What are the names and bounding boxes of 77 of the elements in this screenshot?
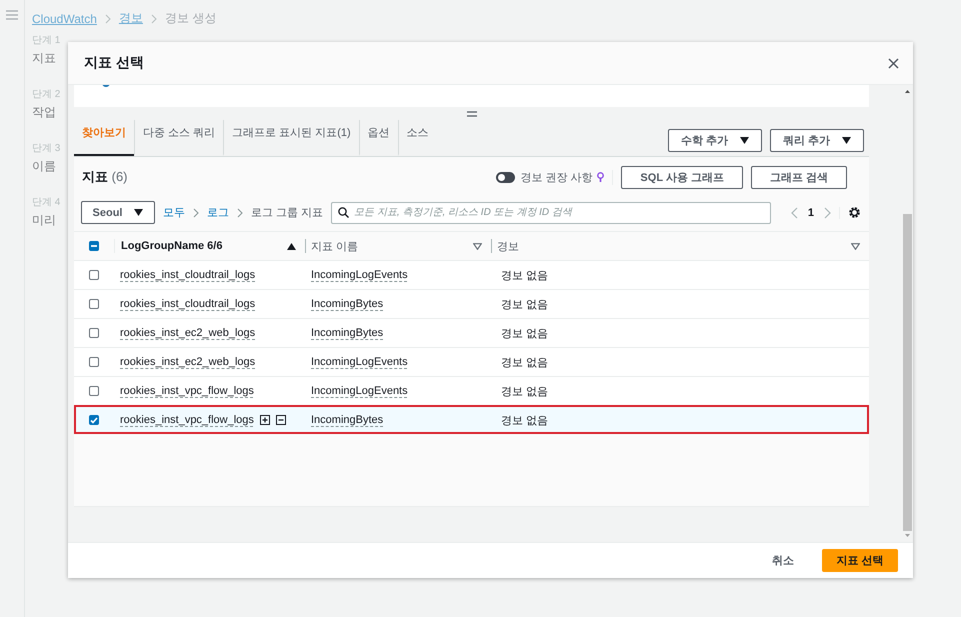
chevron-right-icon	[193, 208, 199, 218]
close-button[interactable]	[888, 58, 899, 68]
add-filter-icon[interactable]	[260, 415, 270, 425]
alarm-status: 경보 없음	[501, 414, 548, 426]
column-header[interactable]: 경보	[497, 238, 519, 254]
caret-down-icon	[842, 137, 852, 144]
panel-title: 지표	[82, 169, 108, 184]
step-number: 단계 4	[32, 196, 60, 209]
metric-name-link[interactable]: IncomingLogEvents	[311, 356, 408, 368]
alarm-status: 경보 없음	[501, 386, 548, 398]
checkbox[interactable]	[89, 299, 99, 309]
column-header[interactable]: 지표 이름	[311, 238, 358, 254]
step-number: 단계 2	[32, 88, 60, 101]
select-metric-button[interactable]: 지표 선택	[822, 549, 898, 572]
resize-handle-icon[interactable]	[466, 110, 476, 116]
column-header[interactable]: LogGroupName 6/6	[121, 240, 222, 252]
dropdown-button[interactable]: 수학 추가	[668, 129, 762, 152]
checkbox[interactable]	[89, 386, 99, 396]
checkbox[interactable]	[89, 328, 99, 338]
search-input[interactable]: 모든 지표, 측정기준, 리소스 ID 또는 계정 ID 검색	[354, 207, 764, 218]
alarm-status: 경보 없음	[501, 328, 548, 340]
tab[interactable]: 소스	[398, 120, 437, 156]
tab[interactable]: 옵션	[358, 120, 398, 156]
step-label[interactable]: 지표	[32, 50, 56, 67]
breadcrumb-link[interactable]: 모두	[163, 205, 185, 220]
tab[interactable]: 다중 소스 쿼리	[134, 120, 224, 156]
metric-name-link[interactable]: IncomingLogEvents	[311, 385, 408, 397]
lightbulb-icon	[597, 172, 604, 182]
checkbox[interactable]	[89, 415, 99, 425]
search-field[interactable]: 모든 지표, 측정기준, 리소스 ID 또는 계정 ID 검색	[331, 202, 771, 224]
dropdown-button[interactable]: 쿼리 추가	[770, 129, 864, 152]
checkbox[interactable]	[89, 241, 99, 251]
caret-down-icon	[740, 137, 749, 144]
page-number[interactable]: 1	[808, 206, 814, 218]
checkbox[interactable]	[89, 270, 99, 280]
breadcrumb-text: 경보 생성	[164, 10, 216, 27]
log-group-link[interactable]: rookies_inst_vpc_flow_logs	[120, 414, 254, 426]
alarm-status: 경보 없음	[501, 270, 548, 282]
breadcrumb-text: 로그 그룹 지표	[251, 206, 324, 220]
log-group-link[interactable]: rookies_inst_ec2_web_logs	[120, 356, 256, 368]
log-group-link[interactable]: rookies_inst_vpc_flow_logs	[120, 385, 254, 397]
metric-name-link[interactable]: IncomingBytes	[311, 327, 384, 339]
chevron-right-icon	[237, 208, 243, 218]
alarm-status: 경보 없음	[501, 298, 548, 310]
log-group-link[interactable]: rookies_inst_ec2_web_logs	[120, 327, 256, 339]
dash-icon	[91, 245, 97, 247]
metric-name-link[interactable]: IncomingBytes	[311, 414, 384, 426]
dialog-title: 지표 선택	[84, 54, 144, 72]
step-label[interactable]: 미리	[32, 212, 56, 229]
chevron-right-icon	[104, 14, 111, 24]
toggle-label: 경보 권장 사항	[520, 170, 592, 184]
step-number: 단계 3	[32, 142, 60, 155]
step-number: 단계 1	[32, 34, 60, 47]
breadcrumb-link[interactable]: 로그	[207, 205, 229, 220]
step-label[interactable]: 이름	[32, 158, 56, 175]
alarm-status: 경보 없음	[501, 356, 548, 368]
action-button[interactable]: 그래프 검색	[750, 166, 848, 188]
scroll-up-icon[interactable]	[905, 90, 910, 93]
step-label[interactable]: 작업	[32, 104, 56, 121]
check-icon	[90, 416, 98, 424]
metric-count: (6)	[112, 169, 128, 184]
remove-filter-icon[interactable]	[276, 415, 286, 425]
checkbox[interactable]	[89, 357, 99, 367]
chevron-right-icon	[150, 14, 157, 24]
log-group-link[interactable]: rookies_inst_cloudtrail_logs	[120, 269, 256, 281]
close-icon	[888, 58, 899, 68]
metric-name-link[interactable]: IncomingLogEvents	[311, 269, 408, 281]
toggle-switch[interactable]	[496, 172, 516, 182]
tab[interactable]: 그래프로 표시된 지표(1)	[223, 120, 359, 156]
settings-icon[interactable]	[848, 206, 862, 219]
search-icon	[338, 207, 350, 218]
action-button[interactable]: SQL 사용 그래프	[621, 166, 743, 188]
cancel-button[interactable]: 취소	[766, 552, 800, 569]
region-dropdown[interactable]: Seoul	[81, 201, 155, 224]
metric-name-link[interactable]: IncomingBytes	[311, 298, 384, 310]
caret-down-icon	[134, 209, 144, 216]
log-group-link[interactable]: rookies_inst_cloudtrail_logs	[120, 298, 256, 310]
